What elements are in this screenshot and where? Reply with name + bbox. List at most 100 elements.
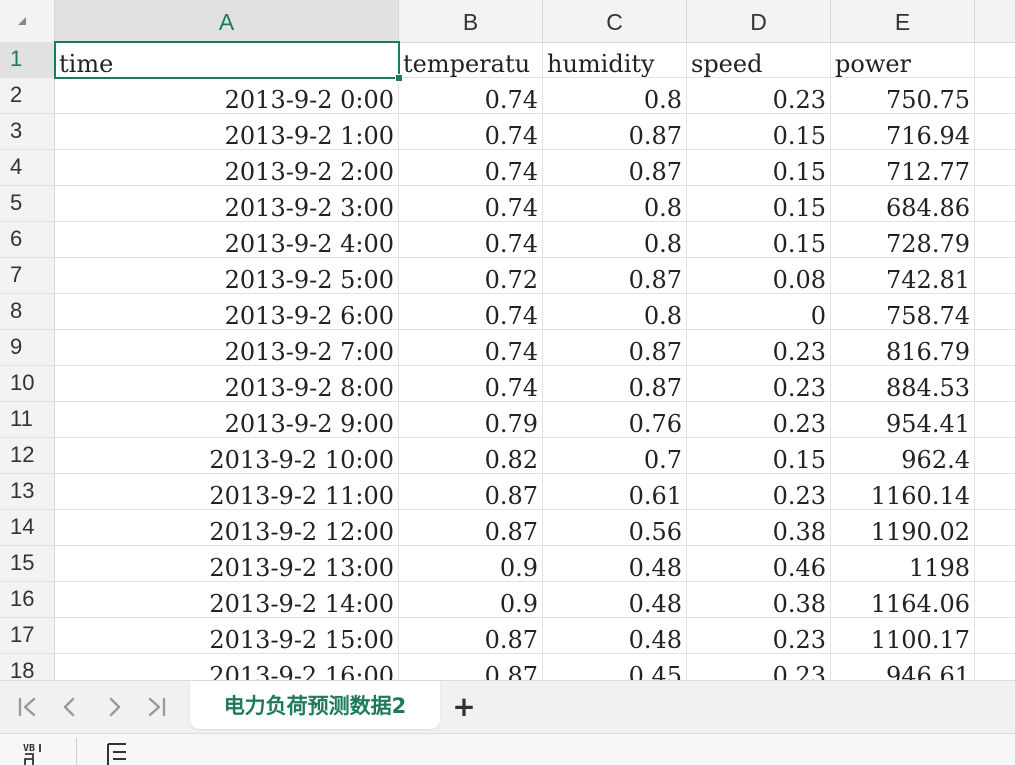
- data-cell-b[interactable]: 0.74: [399, 330, 543, 366]
- data-cell-b[interactable]: 0.79: [399, 402, 543, 438]
- data-cell-a[interactable]: 2013-9-2 0:00: [55, 78, 399, 114]
- data-cell-e[interactable]: 742.81: [831, 258, 975, 294]
- empty-cell[interactable]: [975, 510, 1015, 546]
- data-cell-b[interactable]: 0.87: [399, 618, 543, 654]
- data-cell-d[interactable]: 0.15: [687, 186, 831, 222]
- data-cell-a[interactable]: 2013-9-2 12:00: [55, 510, 399, 546]
- last-sheet-icon[interactable]: [142, 693, 170, 721]
- data-cell-a[interactable]: 2013-9-2 15:00: [55, 618, 399, 654]
- row-header[interactable]: 10: [0, 366, 55, 402]
- column-header-e[interactable]: E: [831, 0, 975, 42]
- data-cell-d[interactable]: 0.23: [687, 330, 831, 366]
- empty-cell[interactable]: [975, 366, 1015, 402]
- data-cell-d[interactable]: 0.23: [687, 618, 831, 654]
- row-header[interactable]: 16: [0, 582, 55, 618]
- data-cell-d[interactable]: 0.38: [687, 582, 831, 618]
- row-header[interactable]: 17: [0, 618, 55, 654]
- add-sheet-button[interactable]: +: [450, 691, 478, 723]
- column-header-d[interactable]: D: [687, 0, 831, 42]
- empty-cell[interactable]: [975, 42, 1015, 78]
- data-cell-a[interactable]: 2013-9-2 8:00: [55, 366, 399, 402]
- data-cell-e[interactable]: 712.77: [831, 150, 975, 186]
- data-cell-a[interactable]: 2013-9-2 6:00: [55, 294, 399, 330]
- data-cell-d[interactable]: 0.15: [687, 438, 831, 474]
- empty-cell[interactable]: [975, 78, 1015, 114]
- row-header[interactable]: 11: [0, 402, 55, 438]
- column-header-a[interactable]: A: [55, 0, 399, 42]
- empty-cell[interactable]: [975, 402, 1015, 438]
- data-cell-c[interactable]: 0.7: [543, 438, 687, 474]
- data-cell-c[interactable]: 0.48: [543, 582, 687, 618]
- empty-cell[interactable]: [975, 582, 1015, 618]
- next-sheet-icon[interactable]: [100, 693, 128, 721]
- data-cell-c[interactable]: 0.8: [543, 78, 687, 114]
- data-cell-a[interactable]: 2013-9-2 4:00: [55, 222, 399, 258]
- data-cell-d[interactable]: 0.15: [687, 150, 831, 186]
- data-cell-b[interactable]: 0.74: [399, 150, 543, 186]
- empty-cell[interactable]: [975, 618, 1015, 654]
- data-cell-c[interactable]: 0.76: [543, 402, 687, 438]
- row-header[interactable]: 5: [0, 186, 55, 222]
- data-cell-a[interactable]: 2013-9-2 11:00: [55, 474, 399, 510]
- empty-cell[interactable]: [975, 474, 1015, 510]
- data-cell-e[interactable]: 1198: [831, 546, 975, 582]
- data-cell-c[interactable]: 0.8: [543, 186, 687, 222]
- row-header[interactable]: 8: [0, 294, 55, 330]
- data-cell-c[interactable]: 0.87: [543, 330, 687, 366]
- row-header[interactable]: 7: [0, 258, 55, 294]
- data-cell-a[interactable]: 2013-9-2 1:00: [55, 114, 399, 150]
- data-cell-c[interactable]: 0.87: [543, 114, 687, 150]
- data-cell-d[interactable]: 0.23: [687, 402, 831, 438]
- empty-cell[interactable]: [975, 294, 1015, 330]
- data-cell-b[interactable]: 0.74: [399, 366, 543, 402]
- row-header[interactable]: 6: [0, 222, 55, 258]
- sheet-view-icon[interactable]: [104, 740, 134, 765]
- row-header[interactable]: 2: [0, 78, 55, 114]
- data-cell-c[interactable]: 0.87: [543, 366, 687, 402]
- data-cell-c[interactable]: 0.87: [543, 150, 687, 186]
- header-cell-b[interactable]: temperatu: [399, 42, 543, 78]
- data-cell-b[interactable]: 0.74: [399, 186, 543, 222]
- data-cell-e[interactable]: 1160.14: [831, 474, 975, 510]
- empty-cell[interactable]: [975, 258, 1015, 294]
- data-cell-d[interactable]: 0: [687, 294, 831, 330]
- data-cell-e[interactable]: 1164.06: [831, 582, 975, 618]
- data-cell-b[interactable]: 0.74: [399, 222, 543, 258]
- data-cell-e[interactable]: 716.94: [831, 114, 975, 150]
- data-cell-d[interactable]: 0.38: [687, 510, 831, 546]
- data-cell-e[interactable]: 750.75: [831, 78, 975, 114]
- header-cell-d[interactable]: speed: [687, 42, 831, 78]
- empty-cell[interactable]: [975, 186, 1015, 222]
- row-header[interactable]: 15: [0, 546, 55, 582]
- data-cell-d[interactable]: 0.23: [687, 78, 831, 114]
- select-all-corner[interactable]: [0, 0, 55, 42]
- data-cell-a[interactable]: 2013-9-2 14:00: [55, 582, 399, 618]
- data-cell-d[interactable]: 0.08: [687, 258, 831, 294]
- row-header[interactable]: 4: [0, 150, 55, 186]
- column-header-c[interactable]: C: [543, 0, 687, 42]
- row-header[interactable]: 9: [0, 330, 55, 366]
- column-header-f[interactable]: [975, 0, 1015, 42]
- data-cell-b[interactable]: 0.87: [399, 474, 543, 510]
- data-cell-b[interactable]: 0.74: [399, 78, 543, 114]
- prev-sheet-icon[interactable]: [56, 693, 84, 721]
- data-cell-e[interactable]: 1100.17: [831, 618, 975, 654]
- row-header[interactable]: 14: [0, 510, 55, 546]
- data-cell-a[interactable]: 2013-9-2 7:00: [55, 330, 399, 366]
- row-header[interactable]: 3: [0, 114, 55, 150]
- data-cell-b[interactable]: 0.9: [399, 546, 543, 582]
- header-cell-e[interactable]: power: [831, 42, 975, 78]
- data-cell-a[interactable]: 2013-9-2 13:00: [55, 546, 399, 582]
- column-header-b[interactable]: B: [399, 0, 543, 42]
- data-cell-b[interactable]: 0.74: [399, 294, 543, 330]
- data-cell-c[interactable]: 0.48: [543, 618, 687, 654]
- row-header-1[interactable]: 1: [0, 42, 55, 78]
- data-cell-e[interactable]: 884.53: [831, 366, 975, 402]
- data-cell-a[interactable]: 2013-9-2 2:00: [55, 150, 399, 186]
- data-cell-b[interactable]: 0.9: [399, 582, 543, 618]
- data-cell-b[interactable]: 0.82: [399, 438, 543, 474]
- data-cell-c[interactable]: 0.61: [543, 474, 687, 510]
- data-cell-c[interactable]: 0.8: [543, 222, 687, 258]
- empty-cell[interactable]: [975, 222, 1015, 258]
- data-cell-d[interactable]: 0.23: [687, 474, 831, 510]
